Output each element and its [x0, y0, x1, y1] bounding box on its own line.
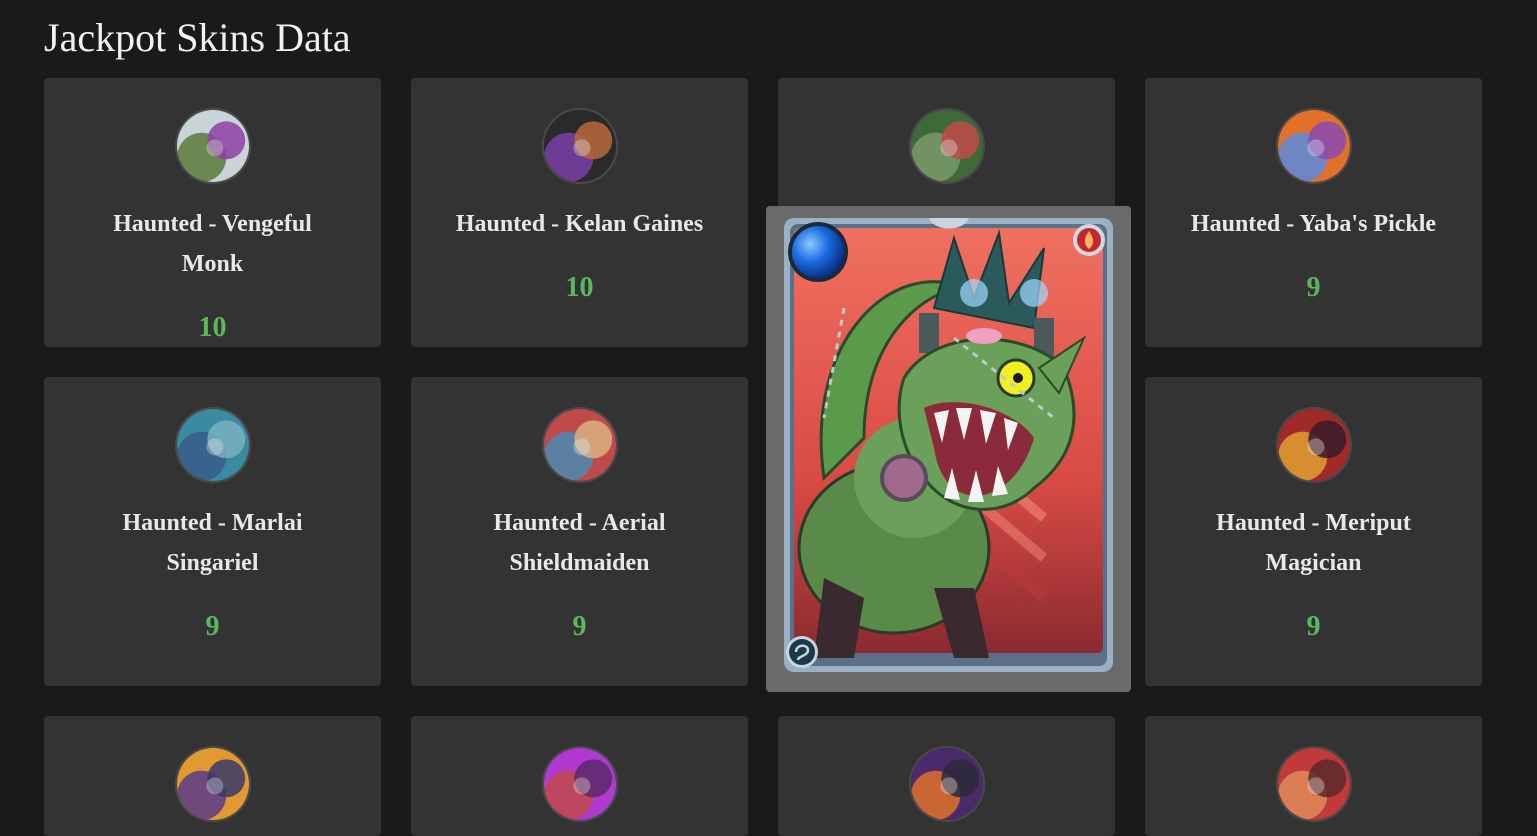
skin-avatar — [541, 746, 618, 822]
skin-avatar-image — [543, 409, 616, 481]
skin-card-kelan-gaines[interactable]: Haunted - Kelan Gaines 10 — [411, 78, 748, 347]
skin-avatar-image — [1277, 748, 1350, 820]
page-title: Jackpot Skins Data — [44, 15, 351, 60]
skin-count: 10 — [198, 312, 227, 343]
skin-avatar-image — [910, 748, 983, 820]
skin-avatar-image — [176, 110, 249, 182]
skin-name: Haunted - Marlai Singariel — [122, 510, 303, 576]
skin-avatar — [174, 746, 251, 822]
skin-avatar-image — [543, 110, 616, 182]
skin-avatar — [1275, 407, 1352, 483]
skin-card-vengeful-monk[interactable]: Haunted - Vengeful Monk 10 — [44, 78, 381, 347]
skin-avatar-image — [910, 110, 983, 182]
skin-name: Haunted - Kelan Gaines — [455, 211, 704, 237]
skin-avatar-image — [1277, 110, 1350, 182]
skin-name: Haunted - Vengeful Monk — [113, 211, 312, 277]
skin-count: 9 — [205, 611, 220, 642]
skin-avatar — [174, 108, 251, 184]
skin-count: 10 — [565, 272, 594, 303]
skin-count: 9 — [1306, 611, 1321, 642]
skin-avatar — [1275, 746, 1352, 822]
skin-avatar-image — [176, 409, 249, 481]
monster-card-art — [784, 218, 1113, 672]
skin-avatar — [541, 108, 618, 184]
skin-avatar — [908, 108, 985, 184]
skin-card-yabas-pickle[interactable]: Haunted - Yaba's Pickle 9 — [1145, 78, 1482, 347]
skin-avatar-image — [1277, 409, 1350, 481]
skin-avatar — [1275, 108, 1352, 184]
skin-avatar-image — [176, 748, 249, 820]
skins-grid: Haunted - Vengeful Monk 10 Haunted - Kel… — [44, 78, 1482, 836]
skin-avatar-image — [543, 748, 616, 820]
skin-avatar — [174, 407, 251, 483]
skin-card-row3-3[interactable] — [778, 716, 1115, 836]
skin-card-marlai-singariel[interactable]: Haunted - Marlai Singariel 9 — [44, 377, 381, 686]
skin-card-row3-4[interactable] — [1145, 716, 1482, 836]
skin-name: Haunted - Meriput Magician — [1216, 510, 1411, 576]
skin-avatar — [541, 407, 618, 483]
skin-avatar — [908, 746, 985, 822]
skin-count: 9 — [1306, 272, 1321, 303]
skin-count: 9 — [572, 611, 587, 642]
skin-name: Haunted - Aerial Shieldmaiden — [493, 510, 666, 576]
skin-card-preview — [766, 206, 1131, 692]
skin-card-row3-2[interactable] — [411, 716, 748, 836]
skin-card-aerial-shieldmaiden[interactable]: Haunted - Aerial Shieldmaiden 9 — [411, 377, 748, 686]
skin-name: Haunted - Yaba's Pickle — [1190, 211, 1437, 237]
skin-card-meriput-magician[interactable]: Haunted - Meriput Magician 9 — [1145, 377, 1482, 686]
skin-card-row3-1[interactable] — [44, 716, 381, 836]
